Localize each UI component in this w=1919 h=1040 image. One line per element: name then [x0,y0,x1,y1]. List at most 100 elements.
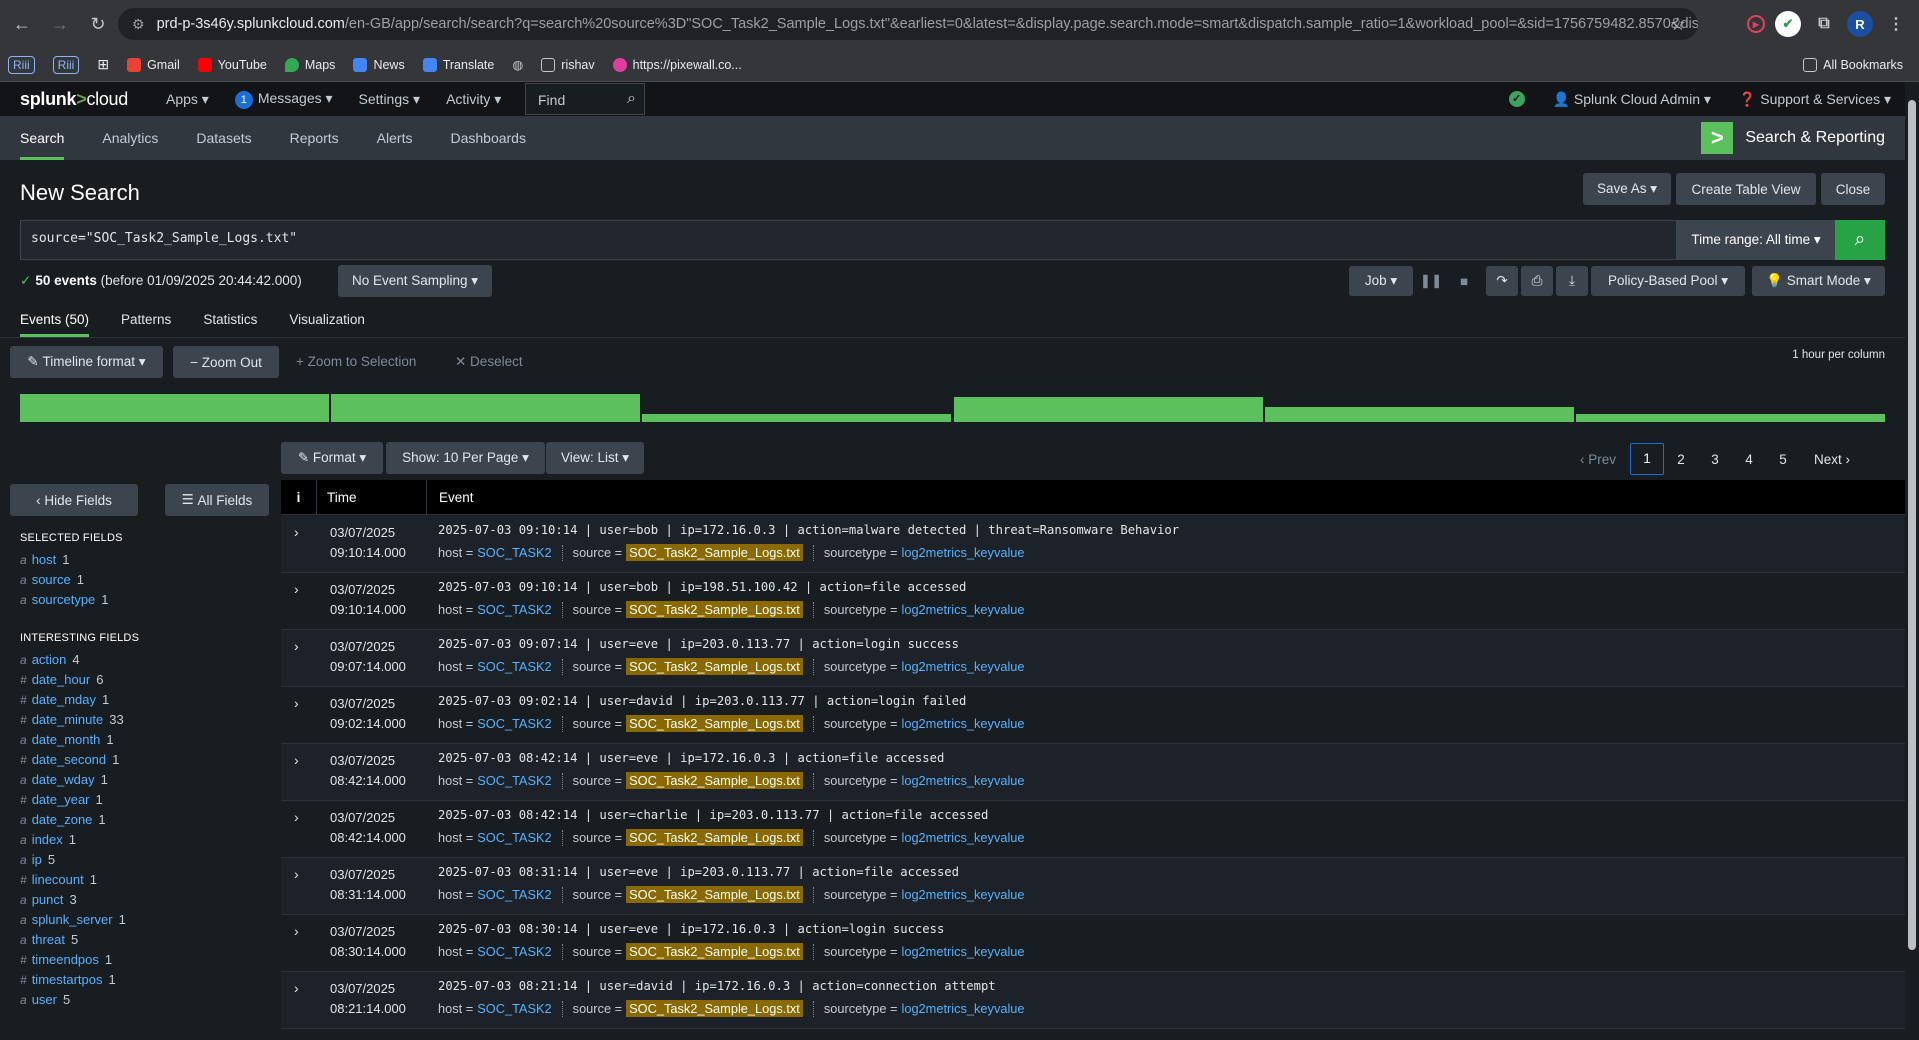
event-raw[interactable]: 2025-07-03 09:10:14 | user=bob | ip=198.… [438,580,966,594]
bookmark-riii-1[interactable]: Riii [8,55,35,74]
app-title[interactable]: > Search & Reporting [1701,122,1885,154]
next-page[interactable]: Next › [1814,452,1850,467]
page-2[interactable]: 2 [1664,452,1698,467]
field-item[interactable]: a ip 5 [20,852,55,867]
bookmark-news[interactable]: News [353,57,405,72]
field-item[interactable]: # timestartpos 1 [20,972,116,987]
source-value[interactable]: SOC_Task2_Sample_Logs.txt [626,544,803,561]
time-range-picker[interactable]: Time range: All time ▾ [1677,220,1835,260]
bookmark-maps[interactable]: Maps [284,57,335,72]
tab-statistics[interactable]: Statistics [203,312,257,337]
timeline-bar[interactable] [642,414,952,422]
bookmark-star-icon[interactable]: ☆ [1670,14,1686,35]
host-value[interactable]: SOC_TASK2 [477,602,551,617]
site-info-icon[interactable]: ⚙ [132,16,145,33]
bookmark-gmail[interactable]: Gmail [127,57,180,72]
field-item[interactable]: a date_zone 1 [20,812,106,827]
apps-grid-icon[interactable]: ⊞ [97,56,109,73]
deselect-button[interactable]: ✕ Deselect [455,354,523,370]
timeline-bar[interactable] [1575,414,1885,422]
profile-avatar[interactable]: R [1847,11,1873,37]
all-bookmarks[interactable]: All Bookmarks [1803,57,1903,72]
policy-pool-dropdown[interactable]: Policy-Based Pool ▾ [1591,266,1745,296]
field-item[interactable]: a host 1 [20,552,70,567]
field-item[interactable]: a action 4 [20,652,80,667]
source-value[interactable]: SOC_Task2_Sample_Logs.txt [626,658,803,675]
source-value[interactable]: SOC_Task2_Sample_Logs.txt [626,943,803,960]
apps-menu[interactable]: Apps ▾ [166,91,209,108]
close-button[interactable]: Close [1821,173,1885,205]
sourcetype-value[interactable]: log2metrics_keyvalue [901,887,1024,902]
tab-alerts[interactable]: Alerts [377,116,431,160]
field-item[interactable]: # date_mday 1 [20,692,109,707]
tab-patterns[interactable]: Patterns [121,312,171,337]
puzzle-extensions-icon[interactable]: ⧉ [1811,11,1837,37]
tab-search[interactable]: Search [20,116,82,160]
host-value[interactable]: SOC_TASK2 [477,773,551,788]
tab-visualization[interactable]: Visualization [289,312,365,337]
source-value[interactable]: SOC_Task2_Sample_Logs.txt [626,829,803,846]
page-1[interactable]: 1 [1630,443,1665,475]
field-item[interactable]: a date_month 1 [20,732,114,747]
page-3[interactable]: 3 [1698,452,1732,467]
page-4[interactable]: 4 [1732,452,1766,467]
pause-icon[interactable]: ❚❚ [1416,266,1446,296]
search-icon[interactable]: ⌕ [627,90,636,108]
expand-chevron-icon[interactable]: › [294,752,299,768]
event-raw[interactable]: 2025-07-03 09:07:14 | user=eve | ip=203.… [438,637,959,651]
activity-menu[interactable]: Activity ▾ [446,91,501,108]
source-value[interactable]: SOC_Task2_Sample_Logs.txt [626,886,803,903]
sourcetype-value[interactable]: log2metrics_keyvalue [901,602,1024,617]
event-raw[interactable]: 2025-07-03 08:42:14 | user=charlie | ip=… [438,808,988,822]
globe-icon[interactable]: ◍ [512,57,523,72]
view-dropdown[interactable]: View: List ▾ [546,442,644,474]
field-item[interactable]: # timeendpos 1 [20,952,112,967]
save-as-button[interactable]: Save As ▾ [1583,173,1671,205]
expand-chevron-icon[interactable]: › [294,524,299,540]
field-item[interactable]: a splunk_server 1 [20,912,126,927]
search-button[interactable]: ⌕ [1835,220,1885,260]
bookmark-rishav[interactable]: rishav [541,57,595,72]
event-sampling-dropdown[interactable]: No Event Sampling ▾ [338,265,492,297]
bookmark-riii-2[interactable]: Riii [52,55,80,74]
all-fields-button[interactable]: ☰ All Fields [165,484,269,516]
timeline-bar[interactable] [953,397,1263,422]
expand-chevron-icon[interactable]: › [294,695,299,711]
expand-chevron-icon[interactable]: › [294,809,299,825]
bookmark-pixewall[interactable]: https://pixewall.co... [612,57,742,72]
tab-datasets[interactable]: Datasets [196,116,269,160]
search-query-input[interactable]: source="SOC_Task2_Sample_Logs.txt" [20,220,1677,260]
sourcetype-value[interactable]: log2metrics_keyvalue [901,944,1024,959]
host-value[interactable]: SOC_TASK2 [477,716,551,731]
info-column-header[interactable]: i [281,490,316,505]
bookmark-youtube[interactable]: YouTube [197,57,267,72]
sourcetype-value[interactable]: log2metrics_keyvalue [901,716,1024,731]
event-raw[interactable]: 2025-07-03 09:10:14 | user=bob | ip=172.… [438,523,1179,537]
timeline-format-dropdown[interactable]: ✎ Timeline format ▾ [10,346,163,378]
sourcetype-value[interactable]: log2metrics_keyvalue [901,773,1024,788]
reload-icon[interactable]: ↻ [82,8,114,40]
field-item[interactable]: # date_hour 6 [20,672,103,687]
scrollbar-thumb[interactable] [1908,100,1916,950]
tab-reports[interactable]: Reports [290,116,357,160]
timeline-bar[interactable] [331,394,641,422]
export-icon[interactable]: ⤓ [1556,266,1588,296]
search-mode-dropdown[interactable]: 💡 Smart Mode ▾ [1752,266,1885,296]
format-dropdown[interactable]: ✎ Format ▾ [281,442,383,474]
host-value[interactable]: SOC_TASK2 [477,545,551,560]
health-status-icon[interactable]: ✓ [1508,91,1525,107]
sourcetype-value[interactable]: log2metrics_keyvalue [901,659,1024,674]
field-item[interactable]: # date_minute 33 [20,712,124,727]
sourcetype-value[interactable]: log2metrics_keyvalue [901,1001,1024,1016]
host-value[interactable]: SOC_TASK2 [477,830,551,845]
event-raw[interactable]: 2025-07-03 09:02:14 | user=david | ip=20… [438,694,966,708]
field-item[interactable]: # date_year 1 [20,792,103,807]
tab-analytics[interactable]: Analytics [102,116,176,160]
hide-fields-button[interactable]: ‹ Hide Fields [10,484,138,516]
field-item[interactable]: a index 1 [20,832,76,847]
print-icon[interactable]: ⎙ [1521,266,1553,296]
prev-page[interactable]: ‹ Prev [1580,452,1616,467]
source-value[interactable]: SOC_Task2_Sample_Logs.txt [626,772,803,789]
page-scrollbar[interactable] [1905,82,1919,1040]
stop-icon[interactable]: ■ [1449,266,1479,296]
